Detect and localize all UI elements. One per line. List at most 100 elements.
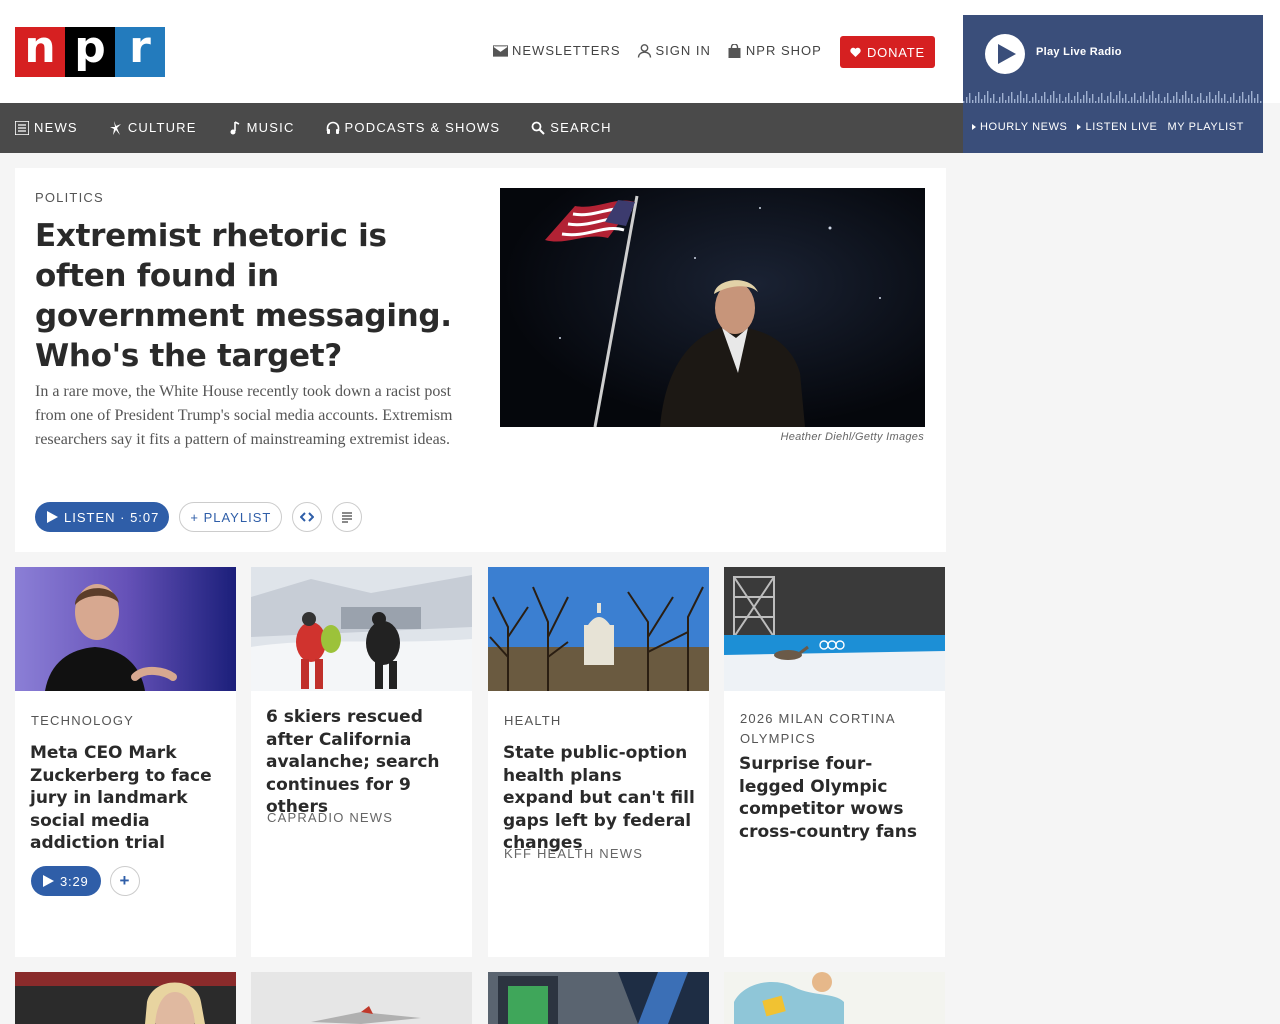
waveform-bar <box>1209 92 1211 103</box>
add-to-playlist-button[interactable]: + PLAYLIST <box>179 502 283 532</box>
waveform-bar <box>1161 101 1163 103</box>
nav-search-label: SEARCH <box>550 120 612 135</box>
state-capitol-photo <box>488 567 709 691</box>
main-nav: NEWS CULTURE MUSIC PODCASTS & SHOWS SEAR… <box>0 103 963 153</box>
waveform-bar <box>1221 98 1223 103</box>
newsletters-link[interactable]: NEWSLETTERS <box>493 43 621 58</box>
play-live-radio-button[interactable] <box>985 34 1025 74</box>
npr-logo[interactable]: n p r <box>15 26 165 77</box>
sign-in-link[interactable]: SIGN IN <box>637 43 711 58</box>
waveform-bar <box>1113 99 1115 103</box>
listen-live-link[interactable]: LISTEN LIVE <box>1077 121 1157 133</box>
waveform-bar <box>1188 98 1190 103</box>
donate-button[interactable]: DONATE <box>840 36 935 68</box>
waveform-bar <box>1245 99 1247 103</box>
waveform-bar <box>1023 98 1025 103</box>
lead-story-actions: LISTEN · 5:07 + PLAYLIST <box>35 502 363 532</box>
waveform-bar <box>1170 100 1172 103</box>
story-card-title[interactable]: 6 skiers rescued after California avalan… <box>266 706 461 819</box>
story-card-eyebrow[interactable]: HEALTH <box>504 713 562 728</box>
waveform-bar <box>1140 96 1142 103</box>
code-icon <box>300 512 315 522</box>
waveform-bar <box>1125 94 1127 103</box>
waveform-bar <box>1167 93 1169 103</box>
nav-search[interactable]: SEARCH <box>531 120 611 135</box>
listen-button[interactable]: 3:29 <box>31 866 101 896</box>
lead-story-image[interactable] <box>500 188 925 427</box>
waveform-bar <box>1038 100 1040 103</box>
waveform-bar <box>1128 101 1130 103</box>
story-card: 2026 MILAN CORTINA OLYMPICS Surprise fou… <box>724 567 945 957</box>
lead-story-title[interactable]: Extremist rhetoric is often found in gov… <box>35 216 465 376</box>
waveform-bar <box>1065 97 1067 103</box>
waveform-bar <box>1053 91 1055 103</box>
headphones-icon <box>326 121 339 134</box>
story-card-source: CAPRADIO NEWS <box>267 810 394 825</box>
story-card-title[interactable]: Meta CEO Mark Zuckerberg to face jury in… <box>30 742 225 855</box>
waveform-bar <box>1083 95 1085 103</box>
waveform-bar <box>1239 96 1241 103</box>
waveform-bar <box>1248 95 1250 103</box>
story-card: TECHNOLOGY Meta CEO Mark Zuckerberg to f… <box>15 567 236 957</box>
story-card-title[interactable]: State public-option health plans expand … <box>503 742 698 855</box>
live-radio-player: Play Live Radio HOURLY NEWS LISTEN LIVE … <box>963 15 1263 153</box>
my-playlist-link[interactable]: MY PLAYLIST <box>1168 121 1245 133</box>
waveform-bar <box>1044 92 1046 103</box>
mail-icon <box>493 44 508 57</box>
play-icon <box>998 44 1016 64</box>
waveform-bar <box>1122 98 1124 103</box>
waveform-bar <box>1014 99 1016 103</box>
waveform-bar <box>1116 95 1118 103</box>
lead-story-eyebrow[interactable]: POLITICS <box>35 190 104 205</box>
story-card-image[interactable] <box>15 972 236 1024</box>
waveform-bar <box>1041 96 1043 103</box>
transcript-button[interactable] <box>332 502 363 532</box>
listen-duration: 3:29 <box>60 873 89 889</box>
courtroom-photo <box>15 972 236 1024</box>
npr-shop-link[interactable]: NPR SHOP <box>727 43 822 58</box>
embed-button[interactable] <box>292 502 323 532</box>
waveform-bar <box>1137 100 1139 103</box>
story-card-title[interactable]: Surprise four-legged Olympic competitor … <box>739 753 934 843</box>
sign-in-label: SIGN IN <box>655 43 711 58</box>
waveform-bar <box>1020 91 1022 103</box>
waveform-bar <box>1110 92 1112 103</box>
nav-podcasts-shows[interactable]: PODCASTS & SHOWS <box>326 120 501 135</box>
flag-and-speaker-photo <box>545 195 881 427</box>
waveform-bar <box>993 94 995 103</box>
story-card-image[interactable] <box>251 567 472 691</box>
listen-button[interactable]: LISTEN · 5:07 <box>35 502 170 532</box>
story-card-image[interactable] <box>488 972 709 1024</box>
nav-news-label: NEWS <box>34 120 78 135</box>
story-card-image[interactable] <box>724 972 945 1024</box>
nav-music[interactable]: MUSIC <box>228 120 295 135</box>
logo-letter-p: p <box>65 26 115 77</box>
newspaper-icon <box>15 120 29 135</box>
nav-news[interactable]: NEWS <box>15 120 78 135</box>
shopping-bag-icon <box>728 43 741 58</box>
hourly-news-link[interactable]: HOURLY NEWS <box>972 121 1067 133</box>
lead-story: POLITICS Extremist rhetoric is often fou… <box>15 168 946 552</box>
story-card-image[interactable] <box>251 972 472 1024</box>
playlist-label: + PLAYLIST <box>190 509 272 525</box>
story-card-image[interactable] <box>15 567 236 691</box>
waveform-bar <box>1032 97 1034 103</box>
waveform-bar <box>1155 98 1157 103</box>
aircraft-photo <box>251 972 472 1024</box>
waveform-bar <box>1152 91 1154 103</box>
story-card-actions: 3:29 + <box>31 866 140 896</box>
waveform-bar <box>1089 98 1091 103</box>
story-card-image[interactable] <box>724 567 945 691</box>
story-card-eyebrow[interactable]: TECHNOLOGY <box>31 713 134 728</box>
heart-icon <box>850 47 861 57</box>
story-card-eyebrow[interactable]: 2026 MILAN CORTINA OLYMPICS <box>740 709 930 749</box>
avalanche-rescue-photo <box>251 567 472 691</box>
nav-culture[interactable]: CULTURE <box>109 120 197 135</box>
story-card-image[interactable] <box>488 567 709 691</box>
add-to-playlist-button[interactable]: + <box>109 866 140 896</box>
waveform-bar <box>984 95 986 103</box>
waveform-bar <box>1230 97 1232 103</box>
transcript-icon <box>342 512 353 523</box>
waveform-bar <box>1242 92 1244 103</box>
waveform-bar <box>1206 96 1208 103</box>
